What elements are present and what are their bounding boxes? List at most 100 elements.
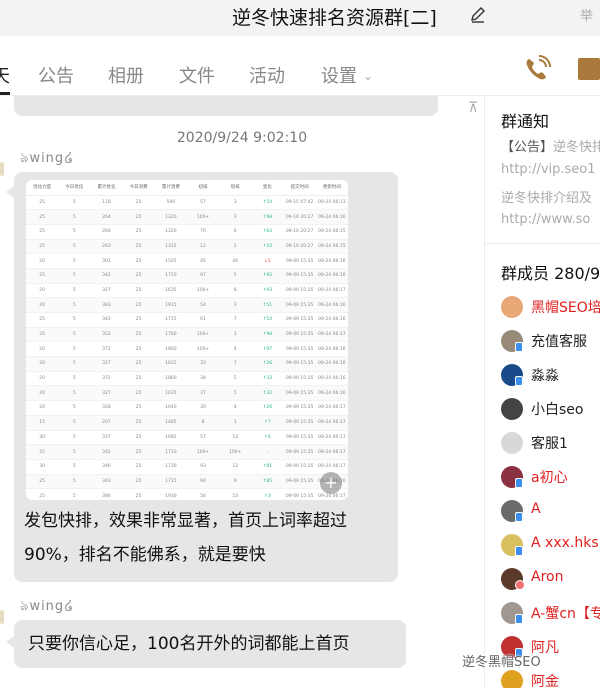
table-row: 25 5 264 25 1320 100+ 3 ↑98 09-10 20:27 09-24 06:… (26, 209, 348, 225)
table-cell: 97 (186, 268, 220, 284)
title-bar: 逆冬快速排名资源群[二] 举 (0, 0, 600, 36)
table-cell: 5 (58, 474, 91, 490)
table-cell: 09-09 15:35 (283, 444, 316, 460)
table-cell: ↑54 (251, 195, 284, 211)
table-cell: 263 (90, 239, 123, 255)
table-cell: 5 (58, 268, 91, 284)
member-avatar (501, 398, 523, 420)
table-cell: 38 (186, 371, 220, 387)
table-cell: 09-24 06:16 (315, 385, 348, 402)
table-cell: 09-09 15:35 (283, 283, 316, 299)
table-cell: 4 (219, 400, 252, 416)
column-header: 初排 (186, 180, 220, 196)
table-cell: 1315 (154, 239, 187, 255)
table-cell: 09-10 20:27 (283, 239, 316, 255)
group-members-title[interactable]: 群成员 280/9 (501, 260, 600, 284)
sender-nickname[interactable]: ঌwing໒ (20, 146, 74, 170)
table-cell: 09-24 06:16 (315, 356, 348, 372)
table-row: 25 5 386 25 1930 56 53 ↑3 09-09 15:35 09-24 06:17 (26, 488, 348, 500)
tab-files[interactable]: 文件 (179, 62, 215, 88)
table-row: 20 5 327 25 1635 37 5 ↑32 09-09 15:35 09-24 06:16 (26, 385, 348, 402)
table-row: 20 5 372 25 1860 38 5 ↑33 09-09 15:35 09-24 06:16 (26, 371, 348, 387)
message-bubble[interactable]: 只要你信心足，100名开外的词都能上首页 (6, 620, 406, 668)
table-cell: 09-24 06:17 (315, 415, 348, 431)
voice-call-icon[interactable] (522, 54, 552, 84)
chevron-down-icon: ⌄ (363, 69, 374, 83)
tab-settings[interactable]: 设置 ⌄ (321, 62, 373, 88)
table-cell: 5 (219, 268, 252, 284)
collapse-icon[interactable]: ⊼ (468, 100, 478, 116)
table-cell: 6 (219, 224, 252, 240)
table-cell: 15 (26, 415, 59, 431)
table-cell: 327 (90, 385, 123, 402)
table-cell: 09-24 06:17 (315, 283, 348, 299)
table-cell: 25 (26, 268, 59, 284)
table-cell: 12 (186, 239, 220, 255)
group-notice-title[interactable]: 群通知 (501, 108, 549, 132)
member-name: 淼淼 (531, 368, 559, 384)
table-cell: 327 (90, 283, 123, 299)
table-cell: 09-09 15:35 (283, 488, 316, 500)
video-call-icon[interactable] (578, 58, 600, 80)
table-cell: 383 (90, 297, 123, 313)
group-sidebar: 群通知 【公告】逆冬快排 http://vip.seo1 逆冬快排介绍及 htt… (484, 96, 600, 688)
watermark: 逆冬黑帽SEO (462, 655, 541, 670)
divider (485, 243, 600, 244)
member-avatar (501, 296, 523, 318)
notice-line[interactable]: http://www.so (501, 212, 590, 227)
notice-line[interactable]: http://vip.seo1 (501, 162, 596, 177)
tab-activity[interactable]: 活动 (249, 62, 285, 88)
member-name: a初心 (531, 470, 568, 486)
ranking-screenshot-image[interactable]: 优化力度 今日优化 累计优化 今日消费 累计消费 初排 现排 变化 提交时间 更新时间 25 5 11… (26, 180, 348, 500)
sender-avatar[interactable] (0, 610, 4, 624)
mobile-online-icon (515, 342, 523, 352)
table-cell: 61 (186, 312, 220, 328)
notice-tag: 【公告】 (501, 140, 554, 155)
edit-icon[interactable] (468, 5, 488, 25)
notice-line[interactable]: 【公告】逆冬快排 (501, 136, 600, 155)
message-bubble[interactable]: 优化力度 今日优化 累计优化 今日消费 累计消费 初排 现排 变化 提交时间 更新时间 25 5 11… (6, 172, 398, 582)
table-cell: 09-24 06:17 (315, 400, 348, 416)
table-cell: 09-09 15:35 (283, 430, 316, 446)
table-cell: ↑93 (251, 283, 284, 299)
table-cell: ↑4 (251, 430, 284, 446)
table-cell: 25 (26, 444, 59, 460)
member-name: 充值客服 (531, 334, 587, 350)
table-cell: - (251, 444, 284, 460)
table-cell: 25 (122, 297, 155, 313)
table-cell: 70 (186, 224, 220, 240)
table-cell: 8 (186, 415, 220, 431)
notice-line[interactable]: 逆冬快排介绍及 (501, 187, 592, 206)
table-cell: 25 (26, 474, 59, 490)
table-cell: 301 (90, 253, 123, 269)
tab-chat[interactable]: 天 (0, 62, 10, 88)
table-cell: 25 (122, 371, 155, 387)
table-cell: 94 (186, 474, 220, 490)
table-cell: 20 (26, 385, 59, 402)
active-tab-indicator (0, 92, 10, 95)
tab-settings-label: 设置 (321, 66, 357, 87)
tab-announcement[interactable]: 公告 (38, 62, 74, 88)
table-cell: 25 (122, 415, 155, 431)
table-cell: 25 (122, 474, 155, 490)
zoom-in-icon[interactable]: + (320, 472, 342, 494)
table-cell: 25 (26, 312, 59, 328)
table-cell: 7 (219, 312, 252, 328)
report-button[interactable]: 举 (580, 5, 593, 24)
tab-album[interactable]: 相册 (108, 62, 144, 88)
sender-avatar[interactable] (0, 162, 4, 176)
table-cell: 1710 (154, 268, 187, 284)
table-row: 20 5 328 25 1640 30 4 ↑26 09-09 15:35 09-24 06:17 (26, 400, 348, 416)
table-cell: 25 (122, 327, 155, 343)
table-cell: 09-10 20:27 (283, 209, 316, 225)
table-cell: 09-09 15:35 (283, 400, 316, 416)
sender-nickname[interactable]: ঌwing໒ (20, 594, 74, 618)
table-row: 30 5 337 25 1685 57 53 ↑4 09-09 15:35 09-24 06:17 (26, 430, 348, 446)
column-header: 优化力度 (26, 180, 59, 196)
ranking-table: 优化力度 今日优化 累计优化 今日消费 累计消费 初排 现排 变化 提交时间 更新时间 25 5 11… (26, 180, 348, 500)
table-cell: 25 (26, 209, 59, 225)
table-cell: 342 (90, 444, 123, 460)
table-cell: 264 (90, 224, 123, 240)
table-cell: 09-09 15:35 (283, 474, 316, 490)
table-cell: 25 (122, 385, 155, 402)
